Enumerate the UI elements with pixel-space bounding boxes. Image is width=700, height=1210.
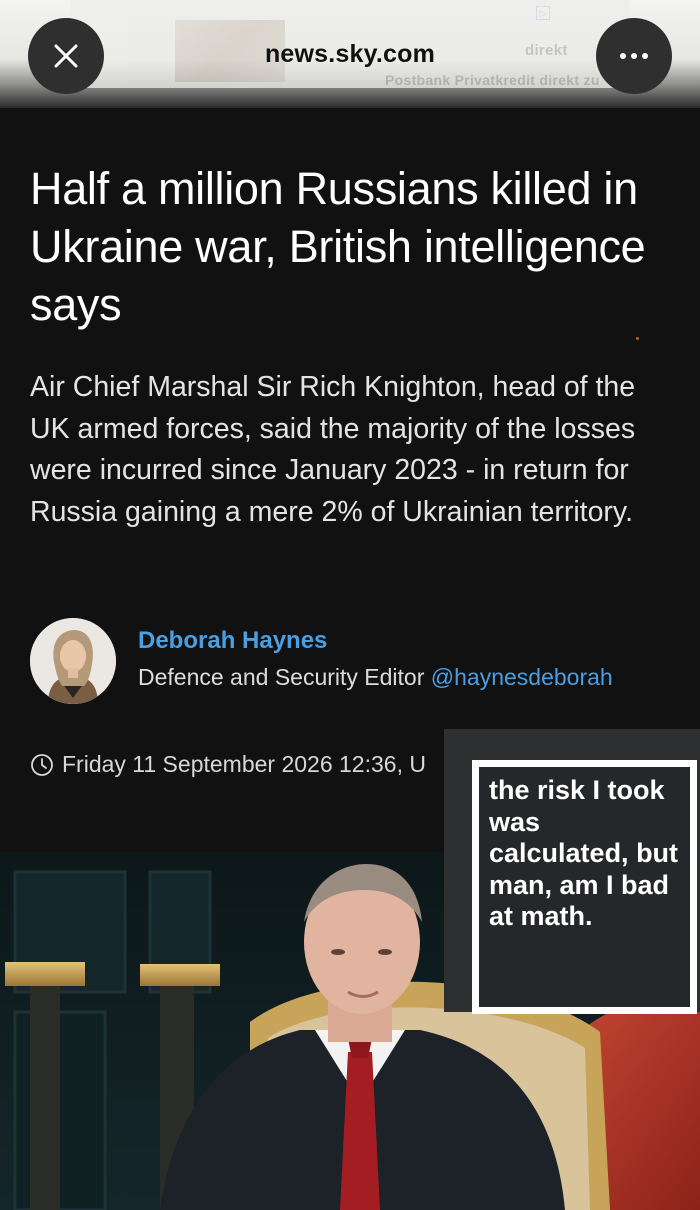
decorative-dot	[636, 337, 639, 340]
browser-top-bar: direkt Postbank Privatkredit direkt zu ▷…	[0, 0, 700, 108]
meme-caption-frame: the risk I took was calculated, but man,…	[472, 760, 697, 1014]
meme-overlay: the risk I took was calculated, but man,…	[444, 729, 700, 1014]
article-standfirst: Air Chief Marshal Sir Rich Knighton, hea…	[30, 371, 636, 528]
author-avatar[interactable]	[30, 618, 116, 704]
article-headline: Half a million Russians killed in Ukrain…	[30, 163, 646, 330]
author-name-link[interactable]: Deborah Haynes	[138, 627, 327, 655]
timestamp-text: Friday 11 September 2026 12:36, U	[62, 751, 426, 777]
author-twitter-handle[interactable]: @haynesdeborah	[431, 664, 613, 690]
page: direkt Postbank Privatkredit direkt zu ▷…	[0, 0, 700, 1210]
ad-text-line2: Postbank Privatkredit direkt zu	[385, 72, 600, 88]
clock-icon	[31, 753, 53, 776]
author-portrait	[30, 618, 116, 704]
author-byline: Defence and Security Editor @haynesdebor…	[138, 664, 613, 691]
more-options-button[interactable]	[596, 18, 672, 94]
close-icon	[54, 44, 78, 68]
more-dots-icon	[620, 53, 648, 59]
author-role: Defence and Security Editor	[138, 664, 425, 690]
publish-timestamp: Friday 11 September 2026 12:36, U	[30, 751, 450, 778]
close-button[interactable]	[28, 18, 104, 94]
url-bar[interactable]: news.sky.com	[0, 40, 700, 69]
meme-caption: the risk I took was calculated, but man,…	[479, 767, 690, 1007]
ad-choices-icon[interactable]: ▷	[536, 6, 550, 20]
